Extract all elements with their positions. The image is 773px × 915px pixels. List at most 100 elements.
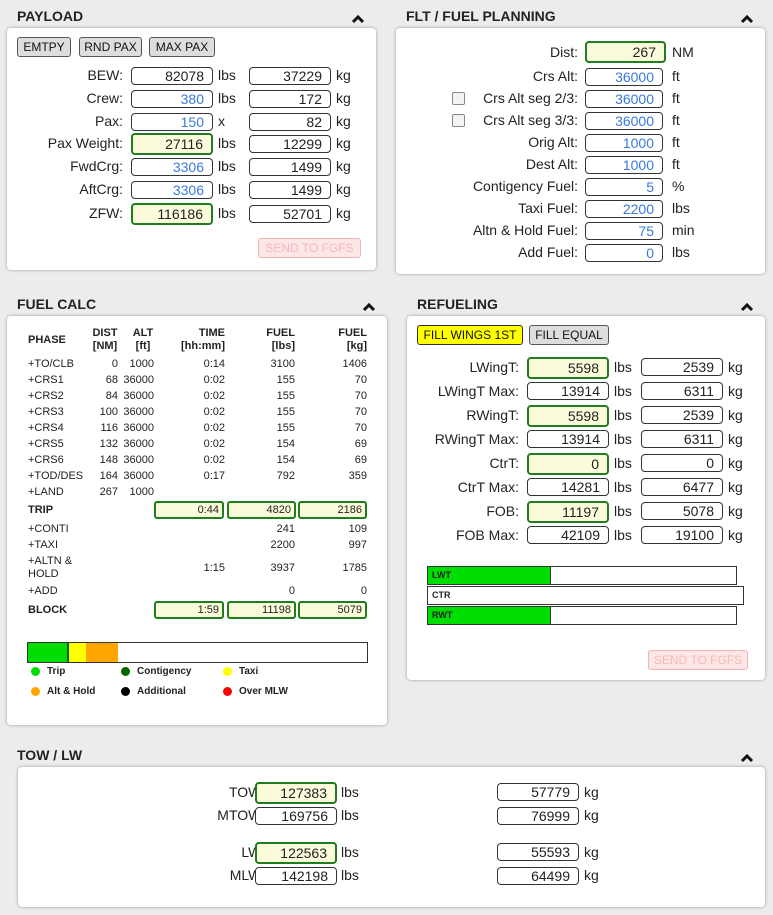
refuel-kg-field: 6477	[641, 478, 723, 496]
refuel-kg-field: 2539	[641, 358, 723, 376]
dest-alt-unit: ft	[672, 156, 680, 172]
fuel-distribution-bar	[27, 642, 368, 663]
fuel-kg-header: FUEL	[338, 327, 367, 339]
dist-header: DIST	[92, 327, 118, 339]
crs-alt-seg3-checkbox[interactable]	[452, 114, 465, 127]
tank-label: CTR	[432, 590, 451, 600]
taxi-fuel-input[interactable]: 2200	[585, 200, 663, 218]
bew-lbs-unit: lbs	[218, 67, 236, 83]
collapse-flt-icon[interactable]	[740, 12, 754, 26]
lw-lbs-field: 122563	[255, 842, 337, 864]
dest-alt-input[interactable]: 1000	[585, 156, 663, 174]
pax-weight-kg-unit: kg	[336, 135, 351, 151]
block-time-field: 1:59	[154, 601, 224, 619]
fill-equal-button[interactable]: FILL EQUAL	[529, 325, 609, 345]
phase-name: +CRS4	[28, 422, 64, 434]
refuel-lbs-unit: lbs	[614, 383, 632, 399]
phase-fuel-kg: 70	[354, 390, 367, 402]
fwdcrg-kg-field: 1499	[249, 158, 331, 176]
phase-fuel-lbs: 155	[276, 406, 295, 418]
phase-time: 0:14	[203, 358, 225, 370]
bew-lbs-field: 82078	[131, 67, 213, 85]
phase-fuel-kg: 359	[348, 470, 367, 482]
mlw-kg-unit: kg	[584, 867, 599, 883]
crew-kg-unit: kg	[336, 90, 351, 106]
phase-dist: 0	[111, 358, 118, 370]
refuel-send-button[interactable]: SEND TO FGFS	[648, 650, 748, 670]
rnd-pax-button[interactable]: RND PAX	[79, 37, 142, 57]
orig-alt-input[interactable]: 1000	[585, 134, 663, 152]
phase-dist: 84	[105, 390, 118, 402]
add-fuel-input[interactable]: 0	[585, 244, 663, 262]
crs-alt-unit: ft	[672, 68, 680, 84]
refuel-kg-unit: kg	[728, 359, 743, 375]
altn-hold-time: 1:15	[203, 562, 225, 574]
phase-fuel-kg: 70	[354, 374, 367, 386]
taxi-label: +TAXI	[28, 539, 59, 551]
legend-label: Over MLW	[239, 686, 288, 697]
refuel-lbs-unit: lbs	[614, 359, 632, 375]
dist-unit: NM	[672, 44, 694, 60]
refuel-lbs-field: 13914	[527, 430, 609, 448]
legend-label: Contigency	[137, 666, 192, 677]
dist-field: 267	[585, 41, 666, 63]
payload-send-button[interactable]: SEND TO FGFS	[258, 238, 361, 258]
altn-hold-fuel-input[interactable]: 75	[585, 222, 663, 240]
fuel-bar-segment-taxi	[69, 643, 86, 662]
tank-label: RWT	[432, 610, 453, 620]
dist-unit-header: [NM]	[92, 340, 118, 352]
crs-alt-seg3-input[interactable]: 36000	[585, 112, 663, 130]
pax-label: Pax:	[94, 113, 123, 129]
crew-lbs-input[interactable]: 380	[131, 90, 213, 108]
fuel-lbs-unit-header: [lbs]	[271, 340, 295, 352]
bew-kg-field: 37229	[249, 67, 331, 85]
refuel-lbs-field: 13914	[527, 382, 609, 400]
phase-alt: 36000	[123, 390, 154, 402]
payload-title: PAYLOAD	[17, 8, 84, 24]
add-fuel-label: Add Fuel:	[518, 244, 578, 260]
crs-alt-seg2-checkbox[interactable]	[452, 92, 465, 105]
tow-lbs-unit: lbs	[341, 784, 359, 800]
tank-label: LWT	[432, 570, 451, 580]
fwdcrg-lbs-input[interactable]: 3306	[131, 158, 213, 176]
fuelcalc-panel: PHASE DIST [NM] ALT [ft] TIME [hh:mm] FU…	[7, 316, 387, 725]
refuel-kg-unit: kg	[728, 455, 743, 471]
pax-weight-lbs-unit: lbs	[218, 135, 236, 151]
aftcrg-kg-unit: kg	[336, 181, 351, 197]
collapse-tow-icon[interactable]	[740, 751, 754, 765]
mlw-kg-field: 64499	[497, 867, 579, 885]
contingency-fuel-input[interactable]: 5	[585, 178, 663, 196]
refuel-lbs-unit: lbs	[614, 455, 632, 471]
phase-name: +LAND	[28, 486, 64, 498]
phase-dist: 267	[99, 486, 118, 498]
hold-label: HOLD	[28, 568, 59, 580]
empty-button[interactable]: EMTPY	[17, 37, 71, 57]
fwdcrg-label: FwdCrg:	[70, 158, 123, 174]
refuel-row-label: CtrT:	[489, 455, 519, 471]
phase-time: 0:02	[203, 390, 225, 402]
pax-count-input[interactable]: 150	[131, 113, 213, 131]
crs-alt-seg2-input[interactable]: 36000	[585, 90, 663, 108]
phase-dist: 116	[100, 422, 118, 434]
phase-dist: 132	[99, 438, 118, 450]
phase-header: PHASE	[28, 334, 66, 346]
refuel-lbs-unit: lbs	[614, 407, 632, 423]
phase-fuel-lbs: 155	[276, 374, 295, 386]
crs-alt-input[interactable]: 36000	[585, 68, 663, 86]
phase-alt: 36000	[123, 438, 154, 450]
phase-alt: 36000	[123, 470, 154, 482]
lw-lbs-unit: lbs	[341, 844, 359, 860]
pax-weight-lbs-field: 27116	[131, 133, 213, 155]
legend-dot-icon	[223, 687, 232, 696]
refuel-kg-field: 2539	[641, 406, 723, 424]
phase-fuel-lbs: 3100	[270, 358, 295, 370]
fill-wings-first-button[interactable]: FILL WINGS 1ST	[417, 325, 523, 345]
max-pax-button[interactable]: MAX PAX	[149, 37, 215, 57]
collapse-refuel-icon[interactable]	[740, 300, 754, 314]
crs-alt-seg3-unit: ft	[672, 112, 680, 128]
phase-dist: 68	[105, 374, 118, 386]
aftcrg-lbs-input[interactable]: 3306	[131, 181, 213, 199]
collapse-fuelcalc-icon[interactable]	[362, 300, 376, 314]
fuelcalc-title: FUEL CALC	[17, 296, 97, 312]
collapse-payload-icon[interactable]	[351, 12, 365, 26]
